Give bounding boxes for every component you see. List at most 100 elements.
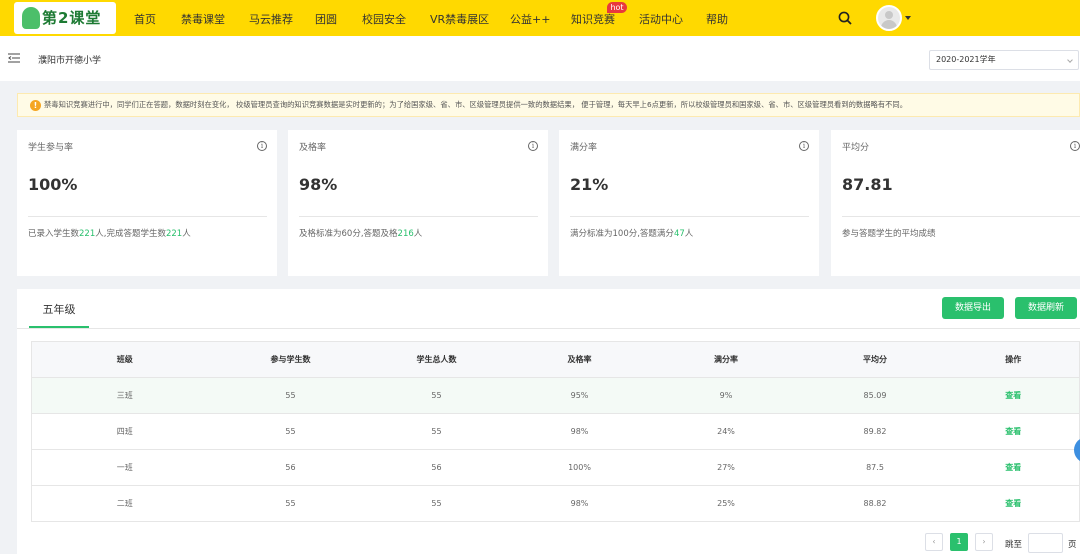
- nav-home[interactable]: 首页: [134, 11, 156, 27]
- search-icon[interactable]: [838, 11, 852, 25]
- stat-value: 100%: [28, 175, 78, 194]
- info-icon[interactable]: i: [1070, 141, 1080, 151]
- table-header-row: 班级 参与学生数 学生总人数 及格率 满分率 平均分 操作: [31, 341, 1080, 378]
- nav-campus-safety[interactable]: 校园安全: [362, 11, 406, 27]
- avatar-head: [885, 11, 893, 19]
- stat-value: 98%: [299, 175, 338, 194]
- page-1-button[interactable]: 1: [950, 533, 968, 551]
- col-average: 平均分: [802, 341, 948, 378]
- view-link[interactable]: 查看: [947, 485, 1080, 522]
- stat-card-participation: 学生参与率 i 100% 已录入学生数221人,完成答题学生数221人: [17, 130, 277, 276]
- stat-card-full-score-rate: 满分率 i 21% 满分标准为100分,答题满分47人: [559, 130, 819, 276]
- cell: 98%: [509, 413, 650, 450]
- prev-page-button[interactable]: ‹: [925, 533, 943, 551]
- stat-desc: 已录入学生数221人,完成答题学生数221人: [28, 229, 191, 239]
- cell: 55: [363, 413, 510, 450]
- menu-fold-icon[interactable]: [8, 52, 20, 64]
- cell: 55: [217, 413, 364, 450]
- view-link[interactable]: 查看: [947, 449, 1080, 486]
- col-action: 操作: [947, 341, 1080, 378]
- info-icon[interactable]: i: [257, 141, 267, 151]
- nav-drug-class[interactable]: 禁毒课堂: [181, 11, 225, 27]
- top-nav-bar: 第2课堂 首页 禁毒课堂 马云推荐 团圆 校园安全 VR禁毒展区 公益++ 知识…: [0, 0, 1080, 36]
- stat-value: 87.81: [842, 175, 893, 194]
- goto-page-input[interactable]: [1028, 533, 1063, 553]
- sub-header: 濮阳市开德小学 2020-2021学年: [0, 36, 1080, 81]
- divider: [570, 216, 809, 217]
- export-button[interactable]: 数据导出: [942, 297, 1004, 319]
- cell: 88.82: [802, 485, 948, 522]
- nav-activity[interactable]: 活动中心: [639, 11, 683, 27]
- cell: 三班: [31, 377, 218, 414]
- warning-icon: !: [30, 100, 41, 111]
- stat-title: 平均分: [842, 143, 870, 153]
- cell: 55: [217, 377, 364, 414]
- chevron-down-icon[interactable]: [905, 16, 911, 20]
- logo[interactable]: 第2课堂: [14, 2, 116, 34]
- cell: 95%: [509, 377, 650, 414]
- stat-title: 及格率: [299, 143, 327, 153]
- year-select-value: 2020-2021学年: [936, 55, 996, 64]
- stat-desc: 满分标准为100分,答题满分47人: [570, 229, 694, 239]
- divider: [299, 216, 538, 217]
- cell: 24%: [649, 413, 803, 450]
- stat-desc: 参与答题学生的平均成绩: [842, 229, 936, 239]
- stat-title: 学生参与率: [28, 143, 74, 153]
- hot-badge: hot: [607, 2, 627, 13]
- cell: 四班: [31, 413, 218, 450]
- table-row: 一班 56 56 100% 27% 87.5 查看: [31, 449, 1080, 486]
- nav-reunion[interactable]: 团圆: [315, 11, 337, 27]
- cell: 85.09: [802, 377, 948, 414]
- cell: 一班: [31, 449, 218, 486]
- cell: 56: [363, 449, 510, 486]
- notice-text: 禁毒知识竞赛进行中，同学们正在答题，数据时刻在变化， 校级管理员查询的知识竞赛数…: [44, 100, 908, 109]
- cell: 56: [217, 449, 364, 486]
- nav-mayun[interactable]: 马云推荐: [249, 11, 293, 27]
- info-icon[interactable]: i: [528, 141, 538, 151]
- avatar-body: [881, 20, 897, 29]
- tab-grade-5[interactable]: 五年级: [29, 301, 89, 328]
- mascot-icon: [22, 7, 40, 29]
- goto-label: 跳至: [1005, 540, 1023, 550]
- cell: 9%: [649, 377, 803, 414]
- table-row: 三班 55 55 95% 9% 85.09 查看: [31, 377, 1080, 414]
- nav-vr-exhibit[interactable]: VR禁毒展区: [430, 11, 489, 27]
- col-participants: 参与学生数: [217, 341, 364, 378]
- cell: 55: [363, 485, 510, 522]
- avatar[interactable]: [876, 5, 902, 31]
- chevron-down-icon: [1067, 57, 1073, 63]
- col-class: 班级: [31, 341, 218, 378]
- year-select[interactable]: 2020-2021学年: [929, 50, 1079, 70]
- nav-charity[interactable]: 公益++: [510, 11, 550, 27]
- table-row: 二班 55 55 98% 25% 88.82 查看: [31, 485, 1080, 522]
- tab-divider: [17, 328, 1080, 329]
- cell: 二班: [31, 485, 218, 522]
- cell: 27%: [649, 449, 803, 486]
- divider: [28, 216, 267, 217]
- divider: [842, 216, 1080, 217]
- page-label: 页: [1068, 540, 1077, 550]
- next-page-button[interactable]: ›: [975, 533, 993, 551]
- cell: 87.5: [802, 449, 948, 486]
- notice-banner: ! 禁毒知识竞赛进行中，同学们正在答题，数据时刻在变化， 校级管理员查询的知识竞…: [17, 93, 1080, 117]
- stat-card-average: 平均分 i 87.81 参与答题学生的平均成绩: [831, 130, 1080, 276]
- view-link[interactable]: 查看: [947, 413, 1080, 450]
- stat-value: 21%: [570, 175, 609, 194]
- cell: 89.82: [802, 413, 948, 450]
- info-icon[interactable]: i: [799, 141, 809, 151]
- table-row: 四班 55 55 98% 24% 89.82 查看: [31, 413, 1080, 450]
- col-pass-rate: 及格率: [509, 341, 650, 378]
- col-full-rate: 满分率: [649, 341, 803, 378]
- refresh-button[interactable]: 数据刷新: [1015, 297, 1077, 319]
- stat-title: 满分率: [570, 143, 598, 153]
- cell: 100%: [509, 449, 650, 486]
- stat-card-pass-rate: 及格率 i 98% 及格标准为60分,答题及格216人: [288, 130, 548, 276]
- cell: 98%: [509, 485, 650, 522]
- view-link[interactable]: 查看: [947, 377, 1080, 414]
- nav-help[interactable]: 帮助: [706, 11, 728, 27]
- school-name: 濮阳市开德小学: [38, 56, 102, 66]
- class-table: 班级 参与学生数 学生总人数 及格率 满分率 平均分 操作 三班 55 55 9…: [31, 341, 1080, 522]
- col-total: 学生总人数: [363, 341, 510, 378]
- cell: 25%: [649, 485, 803, 522]
- nav-quiz[interactable]: 知识竞赛: [571, 11, 615, 27]
